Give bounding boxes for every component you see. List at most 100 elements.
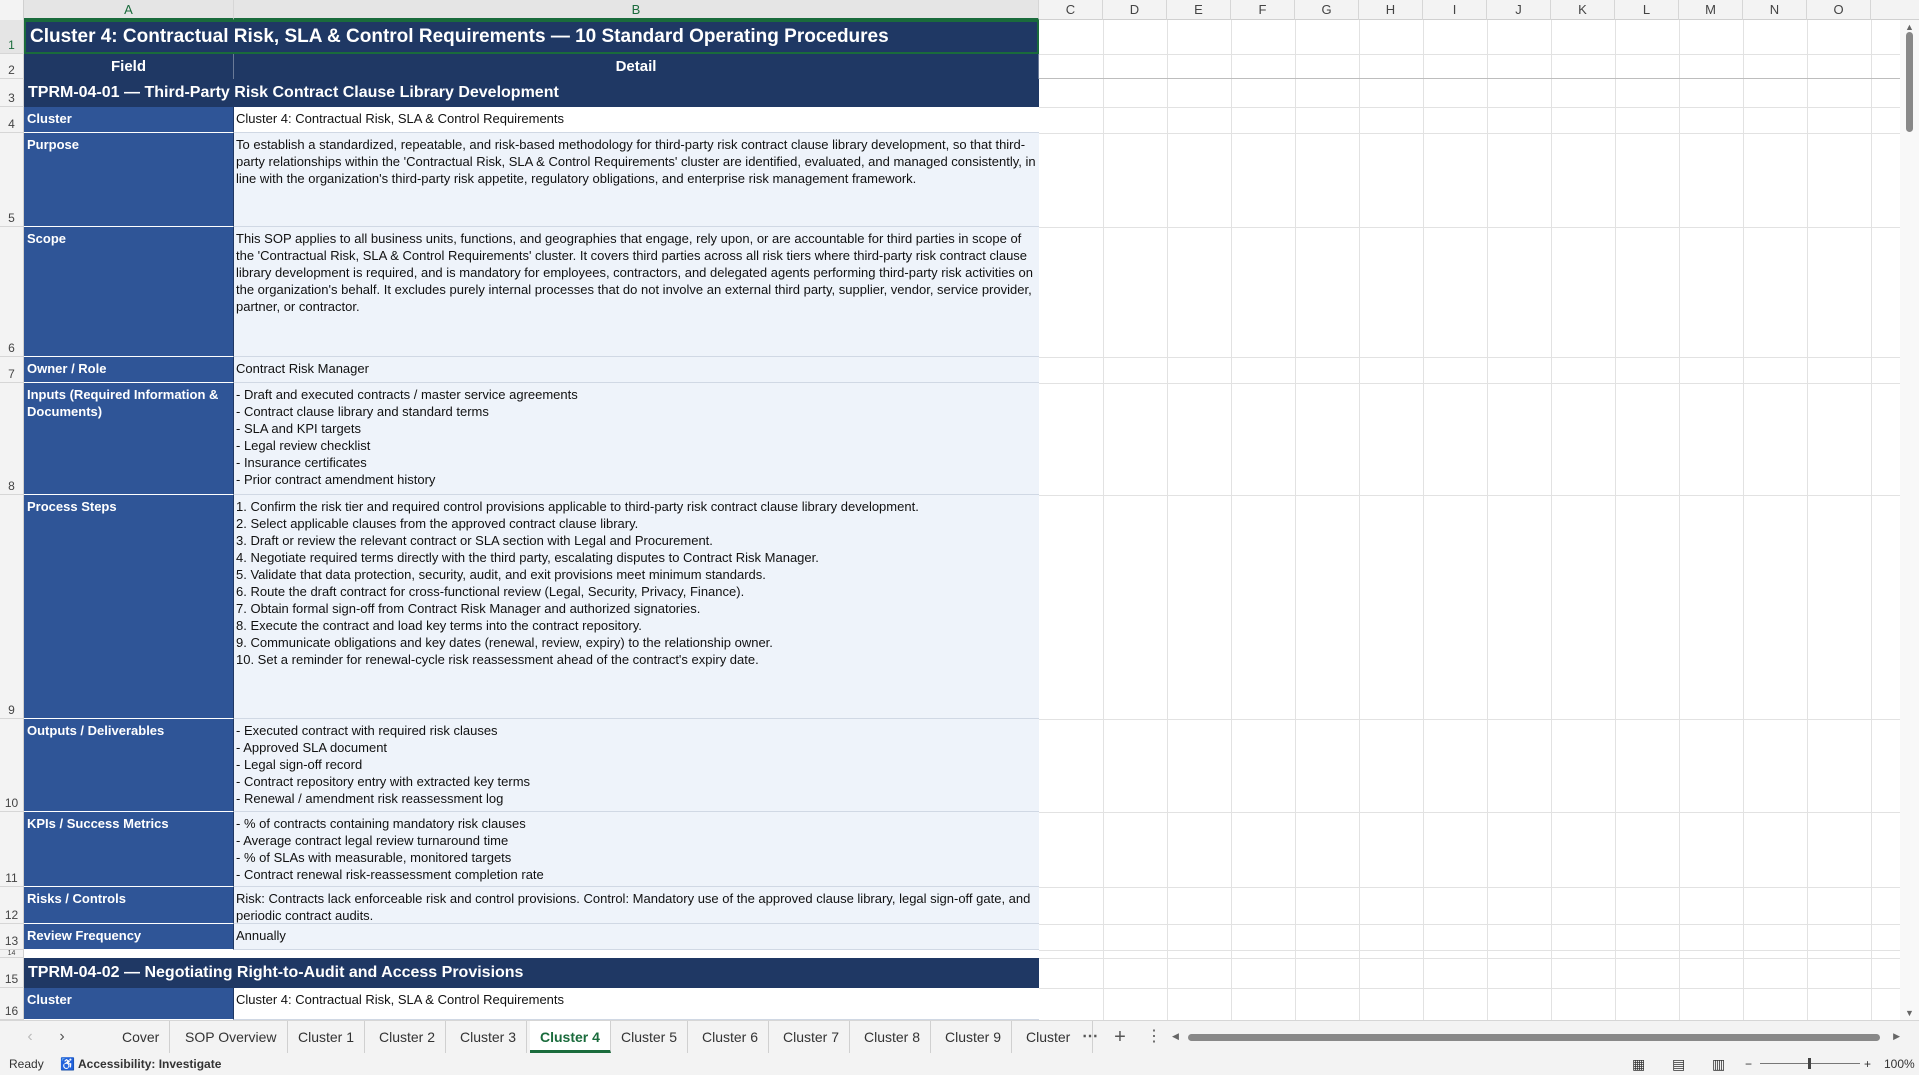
column-header-d[interactable]: D bbox=[1103, 0, 1167, 20]
field-cell-review-frequency[interactable]: Review Frequency bbox=[24, 924, 234, 950]
row-header-13[interactable]: 13 bbox=[0, 924, 24, 950]
field-cell-scope[interactable]: Scope bbox=[24, 227, 234, 357]
column-header-o[interactable]: O bbox=[1807, 0, 1871, 20]
detail-cell-cluster[interactable]: Cluster 4: Contractual Risk, SLA & Contr… bbox=[234, 988, 1039, 1020]
tab-cluster-5[interactable]: Cluster 5 bbox=[611, 1021, 689, 1053]
row-header-6[interactable]: 6 bbox=[0, 227, 24, 357]
row-header-9[interactable]: 9 bbox=[0, 495, 24, 719]
zoom-out-icon[interactable]: − bbox=[1745, 1053, 1752, 1075]
field-cell-purpose[interactable]: Purpose bbox=[24, 133, 234, 227]
next-sheet-icon[interactable]: › bbox=[50, 1021, 74, 1053]
sheet-options-icon[interactable]: ⋮ bbox=[1142, 1021, 1166, 1053]
more-sheets-icon[interactable]: ⋯ bbox=[1078, 1021, 1102, 1053]
field-cell-process-steps[interactable]: Process Steps bbox=[24, 495, 234, 719]
row-header-10[interactable]: 10 bbox=[0, 719, 24, 812]
tab-cluster-2[interactable]: Cluster 2 bbox=[369, 1021, 447, 1053]
vertical-scrollbar[interactable]: ▲ ▼ bbox=[1900, 20, 1919, 1020]
sop-section-title[interactable]: TPRM-04-02 — Negotiating Right-to-Audit … bbox=[24, 958, 1039, 988]
column-header-g[interactable]: G bbox=[1295, 0, 1359, 20]
gridline bbox=[1295, 20, 1296, 1020]
row-header-12[interactable]: 12 bbox=[0, 887, 24, 924]
column-header-l[interactable]: L bbox=[1615, 0, 1679, 20]
row-header-7[interactable]: 7 bbox=[0, 357, 24, 383]
field-cell-inputs[interactable]: Inputs (Required Information & Documents… bbox=[24, 383, 234, 495]
add-sheet-icon[interactable]: + bbox=[1108, 1021, 1132, 1053]
detail-cell-owner[interactable]: Contract Risk Manager bbox=[234, 357, 1039, 383]
gridline bbox=[1039, 54, 1900, 55]
tab-cluster-8[interactable]: Cluster 8 bbox=[854, 1021, 932, 1053]
row-header-8[interactable]: 8 bbox=[0, 383, 24, 495]
sop-section-title[interactable]: TPRM-04-01 — Third-Party Risk Contract C… bbox=[24, 79, 1039, 107]
tab-cluster-3[interactable]: Cluster 3 bbox=[450, 1021, 528, 1053]
select-all-corner[interactable] bbox=[0, 0, 24, 20]
field-cell-cluster[interactable]: Cluster bbox=[24, 988, 234, 1020]
tab-cover[interactable]: Cover bbox=[112, 1021, 171, 1053]
accessibility-icon[interactable]: ♿ bbox=[60, 1053, 75, 1075]
page-break-view-icon[interactable]: ▥ bbox=[1712, 1053, 1725, 1075]
column-header-j[interactable]: J bbox=[1487, 0, 1551, 20]
field-cell-kpis[interactable]: KPIs / Success Metrics bbox=[24, 812, 234, 887]
tab-cluster-6[interactable]: Cluster 6 bbox=[692, 1021, 770, 1053]
zoom-slider-thumb[interactable] bbox=[1808, 1058, 1811, 1069]
row-header-2[interactable]: 2 bbox=[0, 54, 24, 79]
scroll-down-icon[interactable]: ▼ bbox=[1905, 1008, 1914, 1018]
sheet-title-cell[interactable]: Cluster 4: Contractual Risk, SLA & Contr… bbox=[24, 20, 1039, 54]
page-layout-view-icon[interactable]: ▤ bbox=[1672, 1053, 1685, 1075]
detail-cell-review-frequency[interactable]: Annually bbox=[234, 924, 1039, 950]
row-header-14[interactable]: 14 bbox=[0, 950, 24, 958]
scroll-up-icon[interactable]: ▲ bbox=[1905, 22, 1914, 32]
normal-view-icon[interactable]: ▦ bbox=[1632, 1053, 1645, 1075]
row-header-16[interactable]: 16 bbox=[0, 988, 24, 1020]
field-cell-cluster[interactable]: Cluster bbox=[24, 107, 234, 133]
row-header-1[interactable]: 1 bbox=[0, 20, 24, 54]
column-header-f[interactable]: F bbox=[1231, 0, 1295, 20]
zoom-slider[interactable] bbox=[1760, 1053, 1860, 1075]
column-header-m[interactable]: M bbox=[1679, 0, 1743, 20]
tab-cluster-4[interactable]: Cluster 4 bbox=[530, 1021, 611, 1053]
accessibility-status[interactable]: Accessibility: Investigate bbox=[78, 1053, 221, 1075]
column-header-h[interactable]: H bbox=[1359, 0, 1423, 20]
detail-cell-kpis[interactable]: - % of contracts containing mandatory ri… bbox=[234, 812, 1039, 887]
row-header-3[interactable]: 3 bbox=[0, 79, 24, 107]
status-ready: Ready bbox=[9, 1057, 44, 1071]
row-header-15[interactable]: 15 bbox=[0, 958, 24, 988]
gridline bbox=[1231, 20, 1232, 1020]
column-header-b[interactable]: B bbox=[234, 0, 1039, 20]
zoom-level[interactable]: 100% bbox=[1884, 1053, 1915, 1075]
column-header-i[interactable]: I bbox=[1423, 0, 1487, 20]
column-header-k[interactable]: K bbox=[1551, 0, 1615, 20]
zoom-in-icon[interactable]: + bbox=[1864, 1053, 1871, 1075]
row-header-4[interactable]: 4 bbox=[0, 107, 24, 133]
row-header-11[interactable]: 11 bbox=[0, 812, 24, 887]
scroll-left-icon[interactable]: ◀ bbox=[1172, 1031, 1179, 1042]
worksheet-grid[interactable]: Cluster 4: Contractual Risk, SLA & Contr… bbox=[24, 20, 1900, 1020]
spacer-row[interactable] bbox=[24, 950, 1039, 958]
detail-cell-process-steps[interactable]: 1. Confirm the risk tier and required co… bbox=[234, 495, 1039, 719]
column-header-bar: A B C D E F G H I J K L M N O bbox=[0, 0, 1919, 20]
detail-cell-outputs[interactable]: - Executed contract with required risk c… bbox=[234, 719, 1039, 812]
vertical-scroll-thumb[interactable] bbox=[1906, 32, 1913, 132]
field-cell-outputs[interactable]: Outputs / Deliverables bbox=[24, 719, 234, 812]
detail-cell-risks[interactable]: Risk: Contracts lack enforceable risk an… bbox=[234, 887, 1039, 924]
detail-header-cell[interactable]: Detail bbox=[234, 54, 1039, 79]
field-cell-owner[interactable]: Owner / Role bbox=[24, 357, 234, 383]
tab-sop-overview[interactable]: SOP Overview bbox=[175, 1021, 288, 1053]
detail-cell-purpose[interactable]: To establish a standardized, repeatable,… bbox=[234, 133, 1039, 227]
tab-cluster-1[interactable]: Cluster 1 bbox=[288, 1021, 366, 1053]
detail-cell-inputs[interactable]: - Draft and executed contracts / master … bbox=[234, 383, 1039, 495]
row-header-5[interactable]: 5 bbox=[0, 133, 24, 227]
tab-cluster-7[interactable]: Cluster 7 bbox=[773, 1021, 851, 1053]
column-header-n[interactable]: N bbox=[1743, 0, 1807, 20]
column-header-e[interactable]: E bbox=[1167, 0, 1231, 20]
field-header-cell[interactable]: Field bbox=[24, 54, 234, 79]
prev-sheet-icon[interactable]: ‹ bbox=[18, 1021, 42, 1053]
horizontal-scroll-thumb[interactable] bbox=[1188, 1034, 1880, 1041]
detail-cell-scope[interactable]: This SOP applies to all business units, … bbox=[234, 227, 1039, 357]
tab-cluster-9[interactable]: Cluster 9 bbox=[935, 1021, 1013, 1053]
detail-cell-cluster[interactable]: Cluster 4: Contractual Risk, SLA & Contr… bbox=[234, 107, 1039, 133]
horizontal-scrollbar[interactable]: ◀ ▶ bbox=[1172, 1031, 1900, 1043]
column-header-a[interactable]: A bbox=[24, 0, 234, 20]
scroll-right-icon[interactable]: ▶ bbox=[1893, 1031, 1900, 1042]
column-header-c[interactable]: C bbox=[1039, 0, 1103, 20]
field-cell-risks[interactable]: Risks / Controls bbox=[24, 887, 234, 924]
